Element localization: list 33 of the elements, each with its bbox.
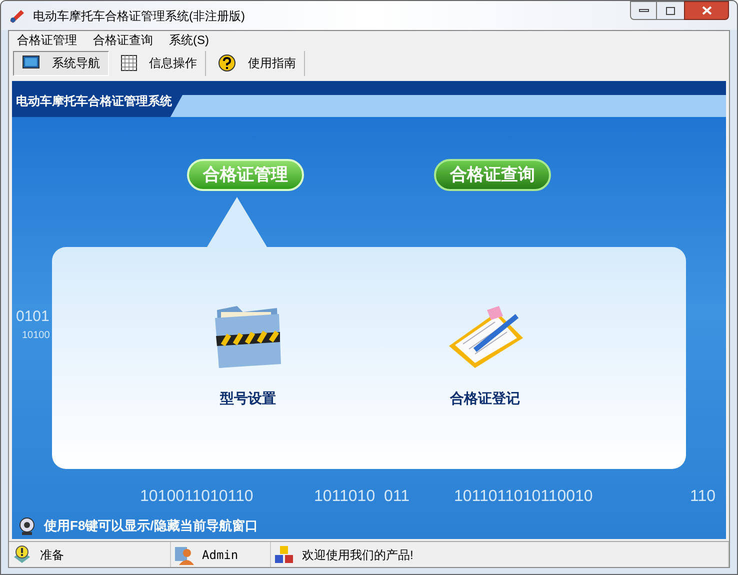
status-text: 欢迎使用我们的产品! <box>302 546 414 564</box>
minimize-button[interactable] <box>630 1 657 20</box>
background-digits: 10100 <box>22 331 50 341</box>
app-logo-icon <box>9 8 25 24</box>
close-button[interactable] <box>684 1 729 20</box>
background-digits: 0101 <box>16 309 50 324</box>
background-digits: 1011010 011 <box>314 489 410 505</box>
help-icon <box>218 54 236 72</box>
cubes-icon <box>274 544 294 564</box>
minimize-icon <box>638 9 648 12</box>
panel-item[interactable]: 型号设置 <box>213 302 283 409</box>
menu-item[interactable]: 系统(S) <box>169 31 209 49</box>
monitor-icon <box>22 55 40 71</box>
background-digits: 1010011010110 <box>140 489 254 505</box>
warning-bulb-icon <box>12 544 32 564</box>
grid-icon <box>121 55 137 71</box>
hint-text: 使用F8键可以显示/隐藏当前导航窗口 <box>44 517 258 536</box>
panel-item[interactable]: 合格证登记 <box>445 302 525 409</box>
status-text: 准备 <box>40 546 64 564</box>
window-title: 电动车摩托车合格证管理系统(非注册版) <box>33 8 245 24</box>
menu-item[interactable]: 合格证管理 <box>17 31 77 49</box>
background-digits: 110 <box>690 489 716 505</box>
background-digits: 1011011010110010 <box>454 489 593 505</box>
status-text: Admin <box>202 546 238 564</box>
user-icon <box>174 544 194 564</box>
restore-button[interactable] <box>657 1 684 20</box>
restore-icon <box>666 6 675 14</box>
webcam-icon <box>18 517 36 535</box>
toolbar-button[interactable]: 使用指南 <box>210 50 305 76</box>
toolbar-button[interactable]: 信息操作 <box>113 50 206 76</box>
toolbar-button[interactable]: 系统导航 <box>13 50 109 76</box>
menu-item[interactable]: 合格证查询 <box>93 31 153 49</box>
close-icon <box>702 6 712 15</box>
